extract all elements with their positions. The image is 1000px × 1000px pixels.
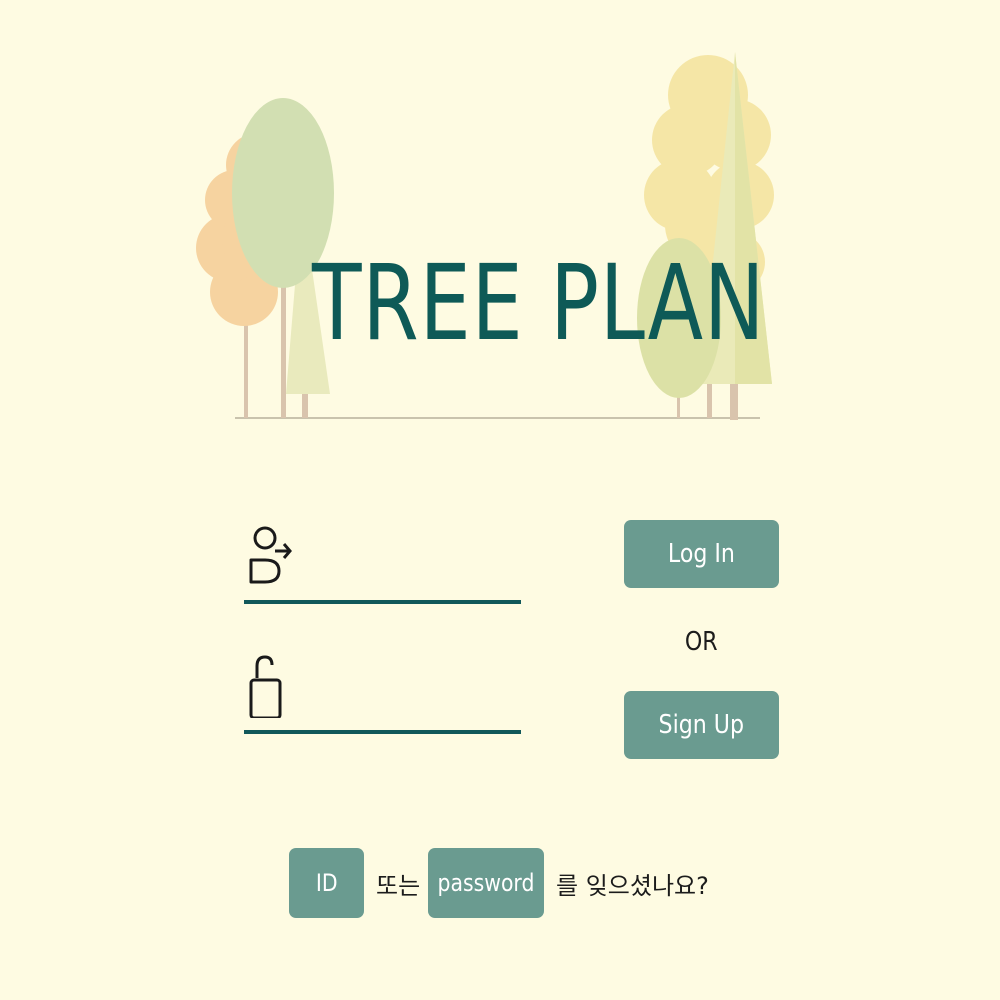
- user-login-icon: [249, 526, 292, 584]
- find-password-label: password: [437, 869, 535, 897]
- or-label: OR: [685, 627, 718, 657]
- password-field: [244, 648, 521, 734]
- find-id-button[interactable]: ID: [289, 848, 364, 918]
- id-field: [244, 518, 521, 604]
- app-title: TREE PLAN: [312, 242, 766, 364]
- password-input[interactable]: [304, 666, 518, 718]
- hero-illustration: TREE PLAN: [0, 0, 1000, 430]
- or-divider: OR: [624, 620, 779, 664]
- login-button-label: Log In: [667, 539, 736, 569]
- signup-button[interactable]: Sign Up: [624, 691, 779, 759]
- signup-button-label: Sign Up: [658, 710, 745, 740]
- find-id-label: ID: [315, 869, 338, 897]
- forgot-question-text: 를 잊으셨나요?: [556, 872, 709, 900]
- recovery-connector-text: 또는: [376, 872, 421, 900]
- login-page: TREE PLAN Log In OR Sign Up ID 또는 passwo…: [0, 0, 1000, 1000]
- login-button[interactable]: Log In: [624, 520, 779, 588]
- id-input[interactable]: [304, 536, 518, 588]
- unlock-icon: [249, 655, 282, 718]
- find-password-button[interactable]: password: [428, 848, 544, 918]
